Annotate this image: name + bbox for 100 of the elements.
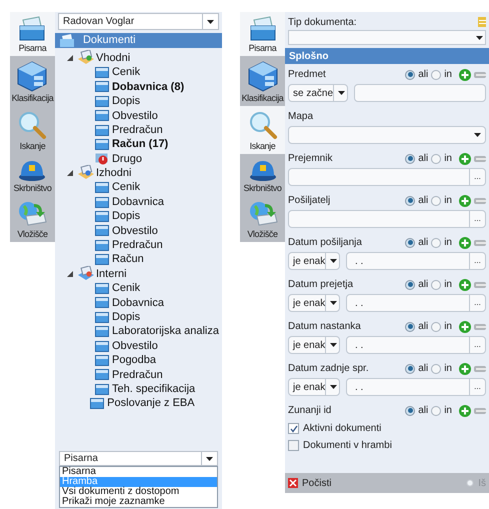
clear-button[interactable]: Počisti bbox=[288, 476, 332, 490]
folder-icon bbox=[94, 326, 109, 338]
tree-item[interactable]: Dopis bbox=[112, 208, 140, 225]
radio-button[interactable] bbox=[405, 364, 416, 374]
tree-item[interactable]: Drugo bbox=[112, 150, 142, 168]
plus-icon[interactable] bbox=[459, 278, 471, 290]
tree-item[interactable]: Interni bbox=[96, 266, 127, 282]
plus-icon[interactable] bbox=[459, 404, 471, 416]
operator-select[interactable]: je enak bbox=[288, 252, 340, 270]
checkbox[interactable] bbox=[288, 440, 299, 451]
tree-item[interactable]: Vhodni bbox=[96, 50, 130, 66]
folder-icon bbox=[94, 96, 109, 107]
radio-button[interactable] bbox=[405, 70, 416, 80]
tree-item[interactable]: Račun (17) bbox=[112, 136, 168, 153]
tree-item[interactable]: Dobavnica (8) bbox=[112, 78, 184, 96]
minus-icon[interactable] bbox=[474, 322, 486, 330]
radio-button[interactable] bbox=[431, 322, 442, 332]
radio-button[interactable] bbox=[431, 238, 442, 248]
expand-arrow-icon[interactable] bbox=[66, 170, 73, 176]
tree-item[interactable]: Teh. specifikacija bbox=[112, 380, 196, 398]
input-field[interactable]: ... bbox=[288, 168, 486, 186]
nav-item[interactable]: Iskanje bbox=[240, 106, 285, 154]
radio-button[interactable] bbox=[431, 364, 442, 374]
tree-item[interactable]: Predračun bbox=[112, 237, 163, 254]
browse-button[interactable]: ... bbox=[469, 211, 485, 227]
radio-button[interactable] bbox=[405, 406, 416, 416]
tray-icon bbox=[17, 16, 48, 42]
expand-arrow-icon[interactable] bbox=[66, 55, 73, 62]
plus-icon[interactable] bbox=[459, 236, 471, 248]
radio-button[interactable] bbox=[431, 406, 442, 416]
tree-item[interactable]: Cenik bbox=[112, 280, 140, 297]
field-label: Datum pošiljanja bbox=[288, 236, 362, 250]
user-select[interactable]: Radovan Voglar bbox=[58, 13, 219, 30]
tree-item[interactable]: Obvestilo bbox=[112, 108, 158, 124]
radio-button[interactable] bbox=[431, 196, 442, 206]
tree-item[interactable]: Dopis bbox=[112, 308, 140, 326]
field-label: Pošiljatelj bbox=[288, 194, 330, 208]
folder-icon bbox=[94, 67, 109, 78]
radio-label: ali bbox=[418, 68, 428, 82]
globe-icon bbox=[16, 200, 48, 228]
folder-icon bbox=[94, 354, 109, 366]
radio-button[interactable] bbox=[405, 280, 416, 290]
tree-header[interactable]: Dokumenti bbox=[54, 33, 222, 48]
operator-select[interactable]: je enak bbox=[288, 336, 340, 354]
folder-icon bbox=[94, 282, 109, 294]
caret-icon bbox=[207, 20, 214, 24]
tree-item[interactable]: Predračun bbox=[112, 122, 163, 138]
tree-item[interactable]: Poslovanje z EBA bbox=[107, 395, 195, 412]
plus-icon[interactable] bbox=[459, 68, 471, 80]
radio-button[interactable] bbox=[405, 196, 416, 206]
radio-button[interactable] bbox=[431, 154, 442, 164]
expand-arrow-icon[interactable] bbox=[66, 271, 73, 278]
minus-icon[interactable] bbox=[474, 196, 486, 204]
tree-item[interactable]: Cenik bbox=[112, 179, 140, 196]
tree-item[interactable]: Dobavnica bbox=[112, 194, 164, 210]
tree-item[interactable]: Obvestilo bbox=[112, 222, 158, 240]
operator-select[interactable]: je enak bbox=[288, 294, 340, 312]
operator-select[interactable]: se začne bbox=[288, 84, 348, 102]
input-field[interactable]: ... bbox=[288, 210, 486, 228]
tree-item[interactable]: Dopis bbox=[112, 93, 140, 110]
list-icon[interactable] bbox=[478, 17, 486, 27]
tree-item[interactable]: Račun bbox=[112, 251, 144, 268]
tree-item[interactable]: Pogodba bbox=[112, 352, 156, 369]
checkbox[interactable] bbox=[288, 423, 299, 434]
cabinet-icon bbox=[246, 60, 278, 92]
radio-label: ali bbox=[418, 404, 428, 418]
radio-button[interactable] bbox=[405, 238, 416, 248]
input-field[interactable] bbox=[354, 84, 486, 102]
operator-select[interactable]: je enak bbox=[288, 378, 340, 396]
minus-icon[interactable] bbox=[474, 364, 486, 372]
nav-item[interactable]: Pisarna bbox=[240, 12, 285, 56]
radio-button[interactable] bbox=[431, 280, 442, 290]
plus-icon[interactable] bbox=[459, 152, 471, 164]
tree-item[interactable]: Izhodni bbox=[96, 165, 132, 182]
browse-button[interactable]: ... bbox=[469, 169, 485, 185]
folder-icon bbox=[94, 297, 109, 308]
minus-icon[interactable] bbox=[474, 154, 486, 162]
document-type-select[interactable] bbox=[288, 30, 486, 45]
minus-icon[interactable] bbox=[474, 280, 486, 288]
plus-icon[interactable] bbox=[459, 362, 471, 374]
minus-icon[interactable] bbox=[474, 406, 486, 414]
radio-button[interactable] bbox=[405, 322, 416, 332]
folder-icon bbox=[94, 384, 109, 395]
view-select[interactable]: Pisarna bbox=[58, 451, 218, 466]
radio-label: ali bbox=[418, 152, 428, 166]
radio-button[interactable] bbox=[431, 70, 442, 80]
field-label: Tip dokumenta: bbox=[288, 16, 357, 30]
select-field[interactable] bbox=[288, 126, 486, 144]
nav-item[interactable]: Pisarna bbox=[10, 12, 55, 56]
tree-item[interactable]: Laboratorijska analiza bbox=[112, 323, 219, 340]
field-label: Datum prejetja bbox=[288, 278, 354, 292]
plus-icon[interactable] bbox=[459, 320, 471, 332]
minus-icon[interactable] bbox=[474, 238, 486, 246]
tree-item[interactable]: Predračun bbox=[112, 366, 163, 384]
tree-item[interactable]: Dobavnica bbox=[112, 294, 164, 312]
tree-item[interactable]: Cenik bbox=[112, 64, 140, 81]
minus-icon[interactable] bbox=[474, 70, 486, 78]
tree-item[interactable]: Obvestilo bbox=[112, 338, 158, 354]
radio-button[interactable] bbox=[405, 154, 416, 164]
plus-icon[interactable] bbox=[459, 194, 471, 206]
